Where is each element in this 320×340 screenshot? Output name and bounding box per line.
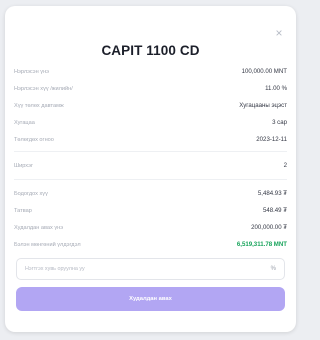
row-label: Төлөгдөх огноо	[14, 136, 54, 143]
row-tax: Татвар 548.49 ₮	[14, 202, 287, 219]
row-value: 11.00 %	[265, 85, 287, 92]
row-quantity: Ширхэг 2	[14, 157, 287, 174]
row-payment-frequency: Хүү төлөх давтамж Хугацааны эцэст	[14, 97, 287, 114]
row-label: Татвар	[14, 207, 32, 214]
modal-title: CAPIT 1100 CD	[101, 43, 200, 58]
summary-list: Бодогдох хүү 5,484.93 ₮ Татвар 548.49 ₮ …	[14, 185, 287, 253]
row-value: 100,000.00 MNT	[241, 68, 287, 75]
row-label: Нэрлэсэн хүү /жилийн/	[14, 85, 73, 92]
quantity-list: Ширхэг 2	[14, 157, 287, 174]
close-icon[interactable]: ×	[273, 27, 285, 39]
row-value: 548.49 ₮	[262, 207, 287, 214]
row-purchase-price: Худалдан авах үнэ 200,000.00 ₮	[14, 219, 287, 236]
row-value: 2	[283, 162, 287, 169]
row-payment-date: Төлөгдөх огноо 2023-12-11	[14, 131, 287, 148]
row-label: Нэрлэсэн үнэ	[14, 68, 50, 75]
row-duration: Хугацаа 3 сар	[14, 114, 287, 131]
row-value: 5,484.93 ₮	[257, 190, 287, 197]
row-cash-balance: Бэлэн мөнгөний үлдэгдэл 6,519,311.78 MNT	[14, 236, 287, 253]
row-label: Бодогдох хүү	[14, 190, 48, 197]
rate-input-placeholder: Нэгтгэх хувь оруулна уу	[25, 266, 85, 272]
row-accrued-interest: Бодогдох хүү 5,484.93 ₮	[14, 185, 287, 202]
buy-button[interactable]: Худалдан авах	[16, 287, 285, 311]
row-label: Худалдан авах үнэ	[14, 224, 64, 231]
rate-input[interactable]: Нэгтгэх хувь оруулна уу %	[16, 258, 285, 280]
row-value: 6,519,311.78 MNT	[236, 241, 287, 248]
divider	[14, 151, 287, 152]
row-nominal-price: Нэрлэсэн үнэ 100,000.00 MNT	[14, 63, 287, 80]
row-interest-rate: Нэрлэсэн хүү /жилийн/ 11.00 %	[14, 80, 287, 97]
row-value: 200,000.00 ₮	[251, 224, 287, 231]
row-label: Ширхэг	[14, 162, 33, 169]
percent-icon: %	[270, 266, 276, 272]
row-value: Хугацааны эцэст	[239, 102, 287, 109]
order-modal: × CAPIT 1100 CD Нэрлэсэн үнэ 100,000.00 …	[5, 6, 296, 332]
row-label: Хүү төлөх давтамж	[14, 102, 64, 109]
row-label: Хугацаа	[14, 119, 35, 126]
row-label: Бэлэн мөнгөний үлдэгдэл	[14, 241, 81, 248]
divider	[14, 179, 287, 180]
row-value: 3 сар	[272, 119, 287, 126]
row-value: 2023-12-11	[256, 136, 287, 143]
details-list: Нэрлэсэн үнэ 100,000.00 MNT Нэрлэсэн хүү…	[14, 63, 287, 148]
